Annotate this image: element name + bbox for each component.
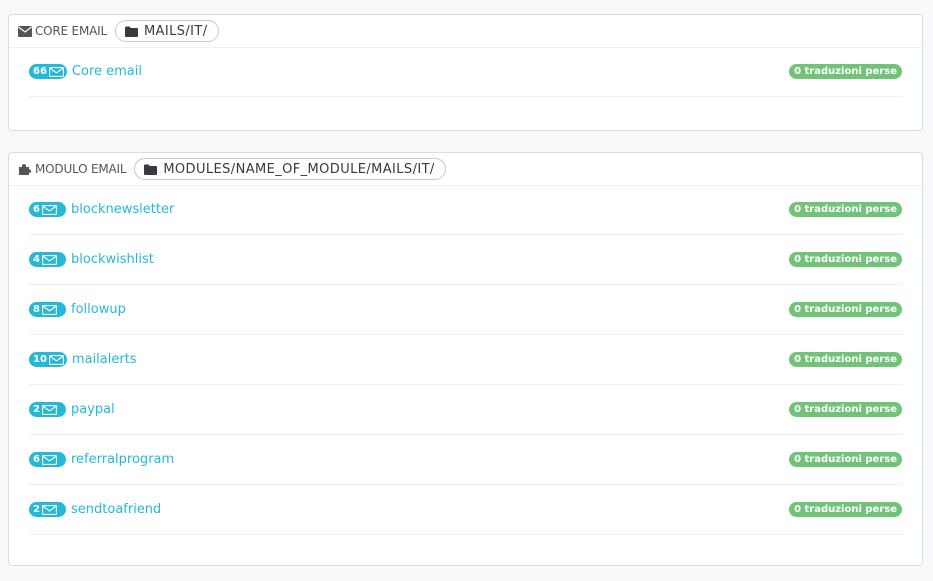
email-count: 8 <box>33 304 40 315</box>
list-item: 6 referralprogram 0 traduzioni perse <box>29 435 902 485</box>
envelope-outline-icon <box>42 304 57 315</box>
list-item-left: 4 blockwishlist <box>29 252 154 267</box>
path-pill: MAILS/IT/ <box>114 20 219 42</box>
envelope-outline-icon <box>42 404 57 415</box>
email-count-badge: 10 <box>29 352 67 367</box>
missing-translations-badge: 0 traduzioni perse <box>789 252 902 267</box>
email-count-badge: 4 <box>29 252 66 267</box>
email-count: 6 <box>33 204 40 215</box>
email-template-link[interactable]: followup <box>71 302 126 317</box>
missing-translations-badge: 0 traduzioni perse <box>789 402 902 417</box>
list-item: 8 followup 0 traduzioni perse <box>29 285 902 335</box>
list-item-left: 66 Core email <box>29 64 142 79</box>
email-count-badge: 2 <box>29 402 66 417</box>
module-email-list: 6 blocknewsletter 0 traduzioni perse 4 b… <box>29 185 902 535</box>
envelope-outline-icon <box>42 204 57 215</box>
panel-header: CORE EMAIL MAILS/IT/ <box>9 15 922 48</box>
folder-icon <box>124 26 138 37</box>
list-item: 2 sendtoafriend 0 traduzioni perse <box>29 485 902 535</box>
email-count: 4 <box>33 254 40 265</box>
path-text: MODULES/NAME_OF_MODULE/MAILS/IT/ <box>163 161 435 177</box>
email-template-link[interactable]: sendtoafriend <box>71 502 161 517</box>
list-item: 66 Core email 0 traduzioni perse <box>29 47 902 97</box>
section-title: MODULO EMAIL <box>35 162 127 176</box>
list-item: 2 paypal 0 traduzioni perse <box>29 385 902 435</box>
email-count: 66 <box>33 66 47 77</box>
missing-translations-badge: 0 traduzioni perse <box>789 502 902 517</box>
envelope-outline-icon <box>42 504 57 515</box>
list-item-left: 6 blocknewsletter <box>29 202 174 217</box>
list-item: 10 mailalerts 0 traduzioni perse <box>29 335 902 385</box>
email-template-link[interactable]: blocknewsletter <box>71 202 174 217</box>
path-pill: MODULES/NAME_OF_MODULE/MAILS/IT/ <box>134 158 446 180</box>
missing-translations-badge: 0 traduzioni perse <box>789 64 902 79</box>
panel-header: MODULO EMAIL MODULES/NAME_OF_MODULE/MAIL… <box>9 153 922 186</box>
list-item: 4 blockwishlist 0 traduzioni perse <box>29 235 902 285</box>
email-template-link[interactable]: mailalerts <box>72 352 137 367</box>
email-count: 10 <box>33 354 47 365</box>
puzzle-icon <box>18 163 32 175</box>
email-template-link[interactable]: Core email <box>72 64 142 79</box>
list-item-left: 2 paypal <box>29 402 115 417</box>
email-template-link[interactable]: paypal <box>71 402 115 417</box>
envelope-icon <box>18 25 32 37</box>
list-item-left: 6 referralprogram <box>29 452 174 467</box>
list-item-left: 2 sendtoafriend <box>29 502 161 517</box>
missing-translations-badge: 0 traduzioni perse <box>789 202 902 217</box>
list-item: 6 blocknewsletter 0 traduzioni perse <box>29 185 902 235</box>
envelope-outline-icon <box>42 254 57 265</box>
email-count: 2 <box>33 404 40 415</box>
email-count-badge: 2 <box>29 502 66 517</box>
missing-translations-badge: 0 traduzioni perse <box>789 452 902 467</box>
envelope-outline-icon <box>48 354 64 365</box>
path-text: MAILS/IT/ <box>143 23 208 39</box>
email-template-link[interactable]: blockwishlist <box>71 252 154 267</box>
email-count-badge: 8 <box>29 302 66 317</box>
envelope-outline-icon <box>48 66 64 77</box>
list-item-left: 10 mailalerts <box>29 352 137 367</box>
email-count: 2 <box>33 504 40 515</box>
missing-translations-badge: 0 traduzioni perse <box>789 302 902 317</box>
missing-translations-badge: 0 traduzioni perse <box>789 352 902 367</box>
email-count: 6 <box>33 454 40 465</box>
email-count-badge: 66 <box>29 64 67 79</box>
folder-icon <box>144 164 158 175</box>
core-email-panel: CORE EMAIL MAILS/IT/ 66 Core email 0 tra… <box>8 14 923 131</box>
section-title: CORE EMAIL <box>35 24 107 38</box>
module-email-panel: MODULO EMAIL MODULES/NAME_OF_MODULE/MAIL… <box>8 152 923 566</box>
list-item-left: 8 followup <box>29 302 126 317</box>
email-template-link[interactable]: referralprogram <box>71 452 174 467</box>
email-count-badge: 6 <box>29 202 66 217</box>
envelope-outline-icon <box>42 454 57 465</box>
core-email-list: 66 Core email 0 traduzioni perse <box>29 47 902 97</box>
email-count-badge: 6 <box>29 452 66 467</box>
